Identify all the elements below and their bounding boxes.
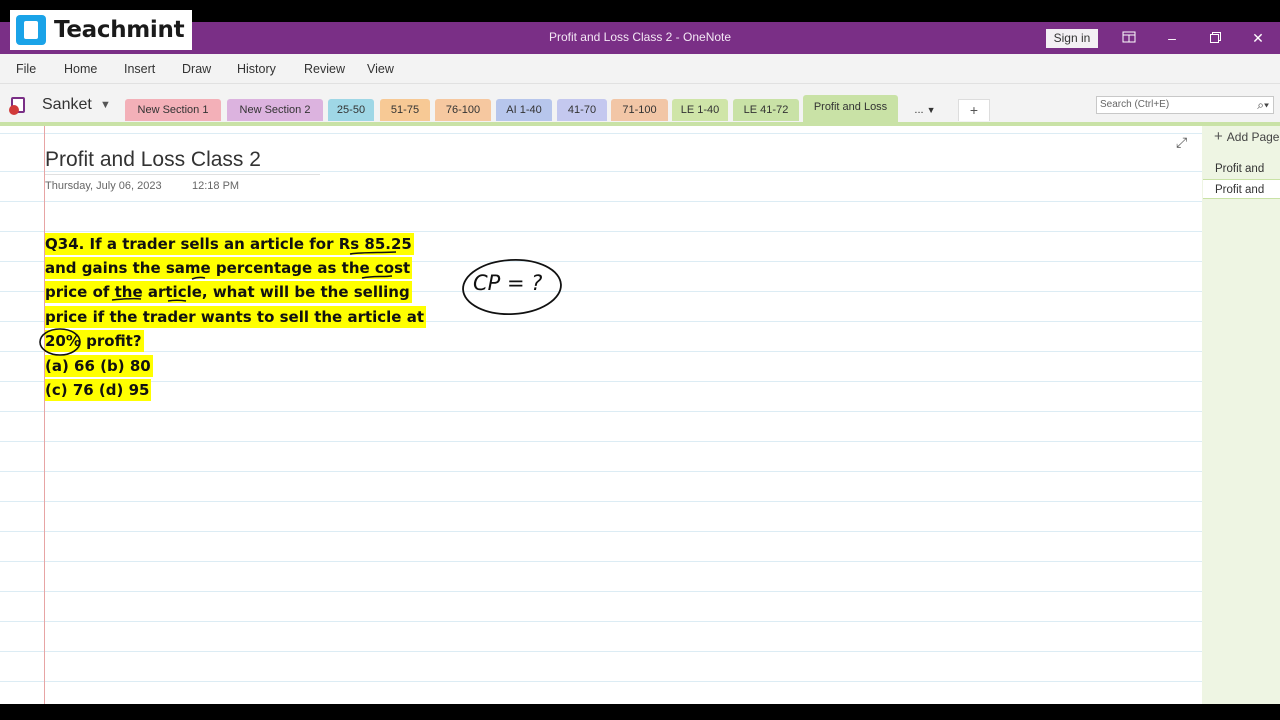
tab-draw[interactable]: Draw bbox=[182, 62, 211, 76]
section-tab-76-100[interactable]: 76-100 bbox=[435, 99, 491, 121]
ribbon-menu: File Home Insert Draw History Review Vie… bbox=[0, 54, 1280, 84]
section-tab-le-41-72[interactable]: LE 41-72 bbox=[733, 99, 799, 121]
ink-circle-cp bbox=[462, 259, 562, 315]
close-icon[interactable]: ✕ bbox=[1247, 28, 1269, 48]
more-sections-button[interactable]: ... ▼ bbox=[903, 99, 947, 121]
teachmint-watermark: Teachmint bbox=[10, 10, 192, 50]
page-title[interactable]: Profit and Loss Class 2 bbox=[45, 148, 261, 172]
video-bottom-bar bbox=[0, 704, 1280, 720]
question-line[interactable]: Q34. If a trader sells an article for Rs… bbox=[45, 233, 414, 255]
teachmint-logo-icon bbox=[16, 15, 46, 45]
sign-in-button[interactable]: Sign in bbox=[1046, 29, 1098, 48]
section-tab-51-75[interactable]: 51-75 bbox=[380, 99, 430, 121]
tab-history[interactable]: History bbox=[237, 62, 276, 76]
notebook-name[interactable]: Sanket bbox=[42, 96, 92, 114]
tab-review[interactable]: Review bbox=[304, 62, 345, 76]
title-bar: Profit and Loss Class 2 - OneNote Sign i… bbox=[0, 22, 1280, 54]
plus-icon: + bbox=[1214, 128, 1223, 145]
search-icon[interactable]: ⌕▾ bbox=[1257, 97, 1269, 113]
margin-line bbox=[44, 126, 45, 704]
page-list-item[interactable]: Profit and bbox=[1203, 159, 1280, 179]
expand-icon[interactable]: ⤢ bbox=[1176, 134, 1187, 151]
section-tab-new-section-2[interactable]: New Section 2 bbox=[227, 99, 323, 121]
answer-options-line[interactable]: (c) 76 (d) 95 bbox=[45, 379, 152, 401]
page-list-panel: + Add Page Profit and Profit and bbox=[1202, 126, 1280, 704]
page-time: 12:18 PM bbox=[192, 180, 240, 192]
question-line[interactable]: price if the trader wants to sell the ar… bbox=[45, 306, 426, 328]
question-line[interactable]: 20% profit? bbox=[45, 330, 144, 352]
section-tab-new-section-1[interactable]: New Section 1 bbox=[125, 99, 221, 121]
section-tab-ai-1-40[interactable]: AI 1-40 bbox=[496, 99, 552, 121]
restore-icon[interactable] bbox=[1204, 28, 1226, 48]
answer-options-line[interactable]: (a) 66 (b) 80 bbox=[45, 355, 153, 377]
tab-file[interactable]: File bbox=[16, 62, 36, 76]
section-tab-profit-and-loss[interactable]: Profit and Loss bbox=[803, 95, 898, 122]
chevron-down-icon: ▼ bbox=[926, 105, 936, 115]
tab-view[interactable]: View bbox=[367, 62, 394, 76]
section-tab-41-70[interactable]: 41-70 bbox=[557, 99, 607, 121]
minimize-icon[interactable]: – bbox=[1161, 28, 1183, 48]
tab-insert[interactable]: Insert bbox=[124, 62, 155, 76]
search-input[interactable]: Search (Ctrl+E) ⌕▾ bbox=[1096, 96, 1274, 114]
brand-name: Teachmint bbox=[54, 17, 185, 43]
page-date: Thursday, July 06, 2023 bbox=[45, 180, 162, 192]
question-line[interactable]: price of the article, what will be the s… bbox=[45, 281, 412, 303]
full-screen-icon[interactable] bbox=[1118, 28, 1140, 48]
notebook-caret-icon[interactable]: ▼ bbox=[100, 99, 111, 111]
page-list-item-selected[interactable]: Profit and bbox=[1203, 179, 1280, 199]
add-page-label: Add Page bbox=[1226, 130, 1280, 144]
section-bar: Sanket ▼ New Section 1 New Section 2 25-… bbox=[0, 84, 1280, 122]
notebook-icon[interactable] bbox=[9, 97, 25, 115]
section-tab-le-1-40[interactable]: LE 1-40 bbox=[672, 99, 728, 121]
ink-handwriting-cp: CP = ? bbox=[473, 271, 542, 295]
question-line[interactable]: and gains the same percentage as the cos… bbox=[45, 257, 413, 279]
section-tab-25-50[interactable]: 25-50 bbox=[328, 99, 374, 121]
section-tab-71-100[interactable]: 71-100 bbox=[611, 99, 668, 121]
search-placeholder: Search (Ctrl+E) bbox=[1100, 99, 1170, 110]
video-top-bar bbox=[0, 0, 1280, 22]
more-sections-label: ... bbox=[914, 104, 924, 116]
tab-home[interactable]: Home bbox=[64, 62, 97, 76]
ink-annotations: CP = ? bbox=[39, 251, 562, 356]
note-page-canvas[interactable]: ⤢ Profit and Loss Class 2 Thursday, July… bbox=[0, 126, 1202, 704]
title-divider bbox=[45, 174, 320, 175]
add-page-button[interactable]: + Add Page bbox=[1214, 128, 1279, 145]
add-section-button[interactable]: + bbox=[958, 99, 990, 121]
